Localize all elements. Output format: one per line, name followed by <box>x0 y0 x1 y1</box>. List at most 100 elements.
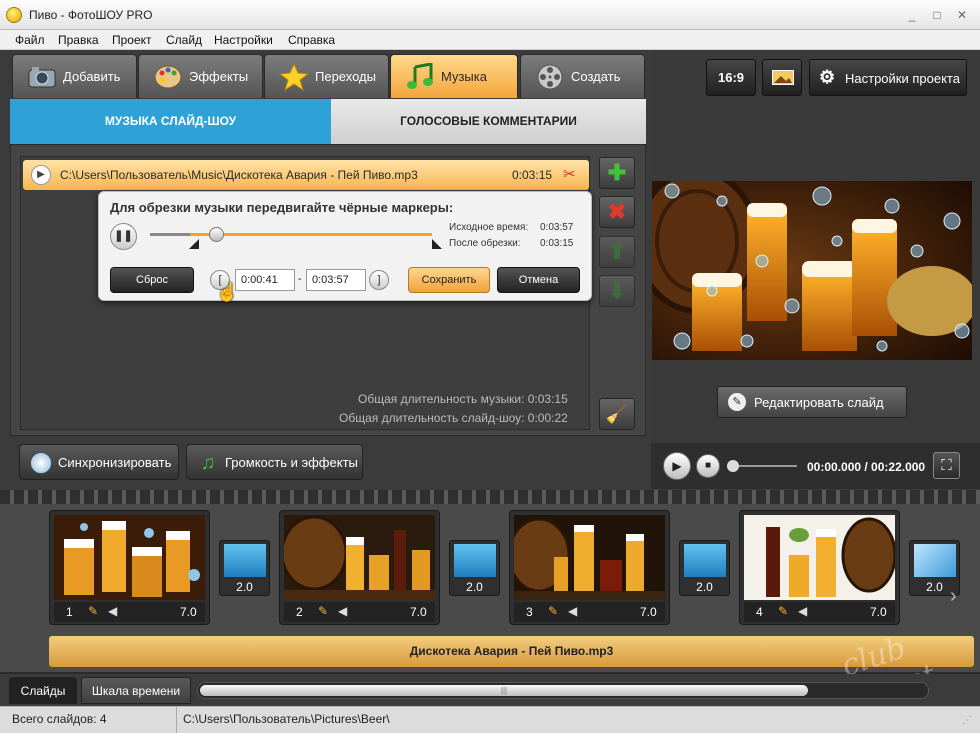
menu-bar: Файл Правка Проект Слайд Настройки Справ… <box>0 30 980 50</box>
menu-slide[interactable]: Слайд <box>166 33 202 47</box>
speaker-icon[interactable]: ◀ <box>108 604 117 618</box>
image-icon <box>772 70 794 85</box>
broom-icon: 🧹 <box>605 404 629 424</box>
clock-icon <box>30 452 52 474</box>
speaker-icon[interactable]: ◀ <box>338 604 347 618</box>
transition-box[interactable]: 2.0 <box>679 540 730 596</box>
after-trim-label: После обрезки: <box>449 238 521 249</box>
menu-file[interactable]: Файл <box>15 33 45 47</box>
tab-voice-comments[interactable]: ГОЛОСОВЫЕ КОММЕНТАРИИ <box>331 99 646 144</box>
edit-slide-button[interactable]: ✎ Редактировать слайд <box>717 386 907 418</box>
end-time-field[interactable] <box>306 269 366 291</box>
aspect-ratio-button[interactable]: 16:9 <box>706 59 756 96</box>
stop-button[interactable]: ■ <box>696 454 720 478</box>
tab-transitions[interactable]: Переходы <box>264 54 389 98</box>
film-reel-icon <box>537 64 563 90</box>
slide-4-image <box>744 515 895 600</box>
scissors-icon[interactable]: ✂ <box>563 165 576 183</box>
track-duration: 0:03:15 <box>512 168 553 182</box>
pause-button[interactable]: ❚❚ <box>110 223 137 250</box>
tab-timeline[interactable]: Шкала времени <box>81 677 191 704</box>
speaker-icon[interactable]: ◀ <box>798 604 807 618</box>
slide-2-image <box>284 515 435 600</box>
music-track-row[interactable]: ▶ C:\Users\Пользователь\Music\Дискотека … <box>23 160 589 190</box>
resize-grip-icon[interactable]: ⋰ <box>962 715 972 726</box>
project-settings-button[interactable]: ⚙ Настройки проекта <box>809 59 967 96</box>
arrow-down-icon: ⬇ <box>607 278 627 303</box>
sync-button[interactable]: Синхронизировать <box>19 444 179 480</box>
tab-create-label: Создать <box>571 69 621 84</box>
cancel-button[interactable]: Отмена <box>497 267 580 293</box>
slide-number: 1 <box>66 605 73 619</box>
playback-knob[interactable] <box>727 460 739 472</box>
project-settings-label: Настройки проекта <box>845 71 960 86</box>
pencil-icon[interactable]: ✎ <box>778 604 788 618</box>
tab-add-label: Добавить <box>63 69 121 84</box>
music-total-duration: Общая длительность музыки: 0:03:15 <box>358 392 568 406</box>
menu-help[interactable]: Справка <box>288 33 335 47</box>
original-time-value: 0:03:57 <box>540 222 574 233</box>
playback-track[interactable] <box>731 465 797 467</box>
audio-track-bar[interactable]: Дискотека Авария - Пей Пиво.mp3 <box>49 636 974 667</box>
after-trim-value: 0:03:15 <box>540 238 574 249</box>
volume-effects-button[interactable]: ♫ Громкость и эффекты <box>186 444 363 480</box>
slide-thumbnail[interactable]: 2 ✎ ◀ 7.0 <box>279 510 440 625</box>
slide-thumbnail[interactable]: 4 ✎ ◀ 7.0 <box>739 510 900 625</box>
slide-1-image <box>54 515 205 600</box>
menu-settings[interactable]: Настройки <box>214 33 273 47</box>
track-play-icon[interactable]: ▶ <box>31 165 51 185</box>
pencil-icon[interactable]: ✎ <box>548 604 558 618</box>
slide-thumbnail[interactable]: 3 ✎ ◀ 7.0 <box>509 510 670 625</box>
minimize-button[interactable]: _ <box>902 7 922 23</box>
trim-start-marker[interactable] <box>189 239 199 249</box>
menu-edit[interactable]: Правка <box>58 33 99 47</box>
title-bar: Пиво - ФотоШОУ PRO _ □ ✕ <box>0 0 980 30</box>
transition-box[interactable]: 2.0 <box>449 540 500 596</box>
beer-preview-image <box>652 181 972 360</box>
tab-slides[interactable]: Слайды <box>9 677 77 704</box>
save-button[interactable]: Сохранить <box>408 267 490 293</box>
slide-duration: 7.0 <box>410 605 427 619</box>
start-time-field[interactable] <box>235 269 295 291</box>
slide-number: 3 <box>526 605 533 619</box>
music-note-icon: ♫ <box>200 452 216 474</box>
move-down-button[interactable]: ⬇ <box>599 275 635 307</box>
app-icon <box>6 7 22 23</box>
slide-thumbnail[interactable]: 1 ✎ ◀ 7.0 <box>49 510 210 625</box>
tab-effects[interactable]: Эффекты <box>138 54 263 98</box>
transition-duration: 2.0 <box>466 580 483 594</box>
pencil-icon[interactable]: ✎ <box>318 604 328 618</box>
tab-music-label: Музыка <box>441 69 487 84</box>
slide-preview <box>652 181 972 360</box>
scrollbar-thumb[interactable]: ||| <box>200 685 808 696</box>
trim-range-track[interactable] <box>150 233 432 236</box>
delete-music-button[interactable]: ✖ <box>599 196 635 228</box>
transition-box[interactable]: 2.0 <box>219 540 270 596</box>
background-button[interactable] <box>762 59 802 96</box>
pencil-icon[interactable]: ✎ <box>88 604 98 618</box>
window-title: Пиво - ФотоШОУ PRO <box>29 8 153 22</box>
move-up-button[interactable]: ⬆ <box>599 236 635 268</box>
playhead-knob[interactable] <box>209 227 224 242</box>
menu-project[interactable]: Проект <box>112 33 152 47</box>
tab-music-slideshow[interactable]: МУЗЫКА СЛАЙД-ШОУ <box>10 99 331 144</box>
close-button[interactable]: ✕ <box>952 7 972 23</box>
transition-icon <box>224 544 266 577</box>
tab-create[interactable]: Создать <box>520 54 645 98</box>
clear-button[interactable]: 🧹 <box>599 398 635 430</box>
tab-add[interactable]: Добавить <box>12 54 137 98</box>
reset-button[interactable]: Сброс <box>110 267 194 293</box>
maximize-button[interactable]: □ <box>927 7 947 23</box>
speaker-icon[interactable]: ◀ <box>568 604 577 618</box>
track-path: C:\Users\Пользователь\Music\Дискотека Ав… <box>60 168 418 182</box>
add-music-button[interactable]: ✚ <box>599 157 635 189</box>
trim-end-marker[interactable] <box>432 239 442 249</box>
scroll-right-icon[interactable]: › <box>950 585 957 608</box>
folder-path: C:\Users\Пользователь\Pictures\Beer\ <box>183 712 390 726</box>
tab-music[interactable]: Музыка <box>390 54 518 98</box>
play-button[interactable]: ▶ <box>663 452 691 480</box>
status-bar: Всего слайдов: 4 C:\Users\Пользователь\P… <box>0 706 980 733</box>
set-end-button[interactable]: ] <box>369 270 389 290</box>
fullscreen-button[interactable]: ⛶ <box>933 452 960 479</box>
slide-duration: 7.0 <box>180 605 197 619</box>
